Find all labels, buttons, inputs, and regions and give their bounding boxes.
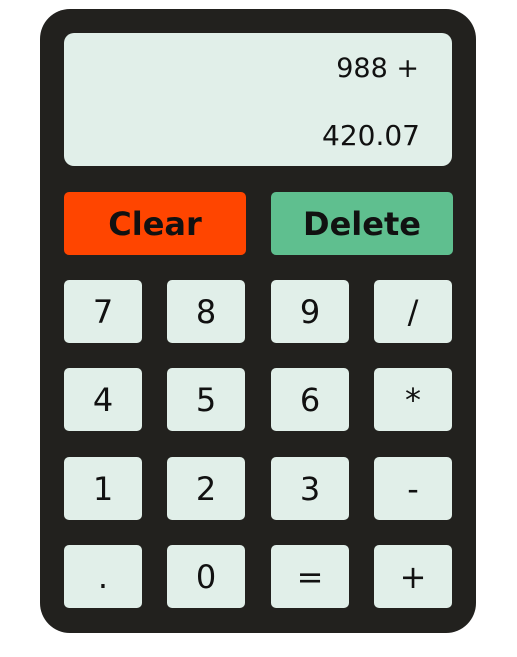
key-7-button[interactable]: 7 bbox=[64, 280, 142, 343]
calculator: 988 + 420.07 Clear Delete 7 8 9 / 4 5 6 … bbox=[40, 9, 476, 633]
add-button[interactable]: + bbox=[374, 545, 452, 608]
previous-operand: 988 + bbox=[336, 53, 419, 84]
divide-button[interactable]: / bbox=[374, 280, 452, 343]
clear-button[interactable]: Clear bbox=[64, 192, 246, 255]
key-6-button[interactable]: 6 bbox=[271, 368, 349, 431]
equals-button[interactable]: = bbox=[271, 545, 349, 608]
delete-button[interactable]: Delete bbox=[271, 192, 453, 255]
key-8-button[interactable]: 8 bbox=[167, 280, 245, 343]
key-0-button[interactable]: 0 bbox=[167, 545, 245, 608]
key-9-button[interactable]: 9 bbox=[271, 280, 349, 343]
multiply-button[interactable]: * bbox=[374, 368, 452, 431]
subtract-button[interactable]: - bbox=[374, 457, 452, 520]
current-operand: 420.07 bbox=[322, 119, 420, 152]
key-3-button[interactable]: 3 bbox=[271, 457, 349, 520]
key-2-button[interactable]: 2 bbox=[167, 457, 245, 520]
key-4-button[interactable]: 4 bbox=[64, 368, 142, 431]
key-5-button[interactable]: 5 bbox=[167, 368, 245, 431]
calculator-display: 988 + 420.07 bbox=[64, 33, 452, 166]
decimal-button[interactable]: . bbox=[64, 545, 142, 608]
key-1-button[interactable]: 1 bbox=[64, 457, 142, 520]
